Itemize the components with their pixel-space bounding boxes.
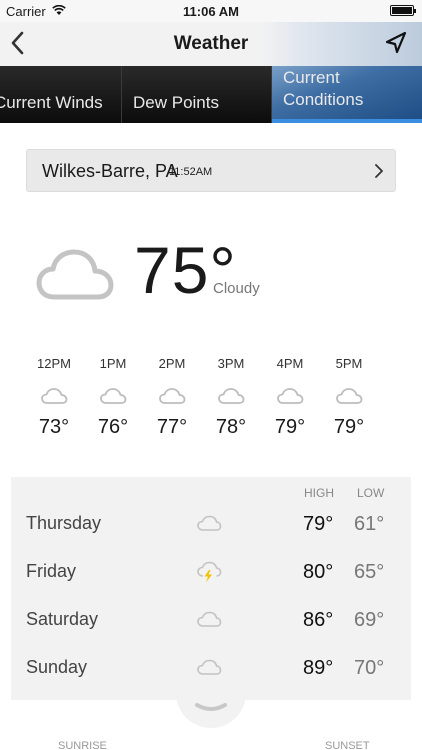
battery-icon <box>390 5 416 16</box>
location-time: 11:52AM <box>169 166 213 178</box>
daily-forecast: HIGH LOW Thursday 79° 61° Friday 80° 65°… <box>11 477 411 700</box>
tab-label: Current Conditions <box>283 68 364 109</box>
cloud-icon <box>41 388 68 404</box>
hour-temperature: 79° <box>274 416 306 438</box>
tab-label: Dew Points <box>133 93 219 112</box>
tab-dew-points[interactable]: Dew Points <box>122 66 272 123</box>
daily-row: Thursday 79° 61° <box>11 505 411 545</box>
navigation-bar: Weather <box>0 22 422 66</box>
hour-temperature: 77° <box>156 416 188 438</box>
day-high: 80° <box>303 561 334 583</box>
hour-temperature: 73° <box>38 416 70 438</box>
hour-temperature: 78° <box>215 416 247 438</box>
hourly-item: 5PM 79° <box>319 356 379 439</box>
day-high: 79° <box>303 513 334 535</box>
hour-label: 12PM <box>37 356 71 371</box>
day-low: 69° <box>354 609 385 631</box>
day-name: Thursday <box>26 513 102 533</box>
day-low: 65° <box>354 561 385 583</box>
hour-label: 4PM <box>276 356 304 371</box>
day-low: 61° <box>354 513 385 535</box>
cloud-icon <box>197 611 222 627</box>
daily-row: Saturday 86° 69° <box>11 601 411 641</box>
cloud-icon <box>197 659 222 675</box>
cloud-icon <box>218 388 245 404</box>
hourly-item: 2PM 77° <box>142 356 202 439</box>
cloud-icon <box>36 249 114 300</box>
cloud-icon <box>336 388 363 404</box>
hour-temperature: 76° <box>97 416 129 438</box>
hour-label: 3PM <box>217 356 245 371</box>
status-time: 11:06 AM <box>183 4 239 19</box>
low-header: LOW <box>357 486 385 500</box>
location-arrow-icon[interactable] <box>384 31 408 55</box>
high-header: HIGH <box>304 486 334 500</box>
daily-row: Friday 80° 65° <box>11 553 411 593</box>
day-high: 86° <box>303 609 334 631</box>
cloud-icon <box>100 388 127 404</box>
cloud-icon <box>277 388 304 404</box>
cloud-icon <box>159 388 186 404</box>
hour-label: 2PM <box>158 356 186 371</box>
chevron-right-icon <box>375 164 383 178</box>
daily-row: Sunday 89° 70° <box>11 649 411 689</box>
hour-label: 5PM <box>335 356 363 371</box>
day-name: Friday <box>26 561 77 581</box>
day-low: 70° <box>354 657 385 679</box>
sunset-label: SUNSET <box>325 740 370 750</box>
day-name: Saturday <box>26 609 99 629</box>
day-name: Sunday <box>26 657 88 677</box>
tab-label: Current Winds <box>0 93 103 112</box>
hourly-item: 3PM 78° <box>201 356 261 439</box>
hourly-item: 4PM 79° <box>260 356 320 439</box>
chevron-down-icon <box>195 703 227 711</box>
hour-temperature: 79° <box>333 416 365 438</box>
page-title: Weather <box>173 33 249 54</box>
day-high: 89° <box>303 657 334 679</box>
status-bar: Carrier 11:06 AM <box>0 0 422 22</box>
current-condition: Cloudy <box>213 280 260 297</box>
hourly-item: 1PM 76° <box>83 356 143 439</box>
tab-current-conditions[interactable]: Current Conditions <box>272 66 422 123</box>
thunderstorm-icon <box>197 561 222 583</box>
location-selector[interactable]: Wilkes-Barre, PA 11:52AM <box>26 149 396 192</box>
tab-bar: Current Winds Dew Points Current Conditi… <box>0 66 422 123</box>
expand-handle[interactable] <box>176 688 246 728</box>
sunrise-label: SUNRISE <box>58 740 107 750</box>
hourly-item: 12PM 73° <box>24 356 84 439</box>
cloud-icon <box>197 515 222 531</box>
hour-label: 1PM <box>99 356 127 371</box>
tab-current-winds[interactable]: Current Winds <box>0 66 122 123</box>
location-city: Wilkes-Barre, PA <box>42 161 178 181</box>
